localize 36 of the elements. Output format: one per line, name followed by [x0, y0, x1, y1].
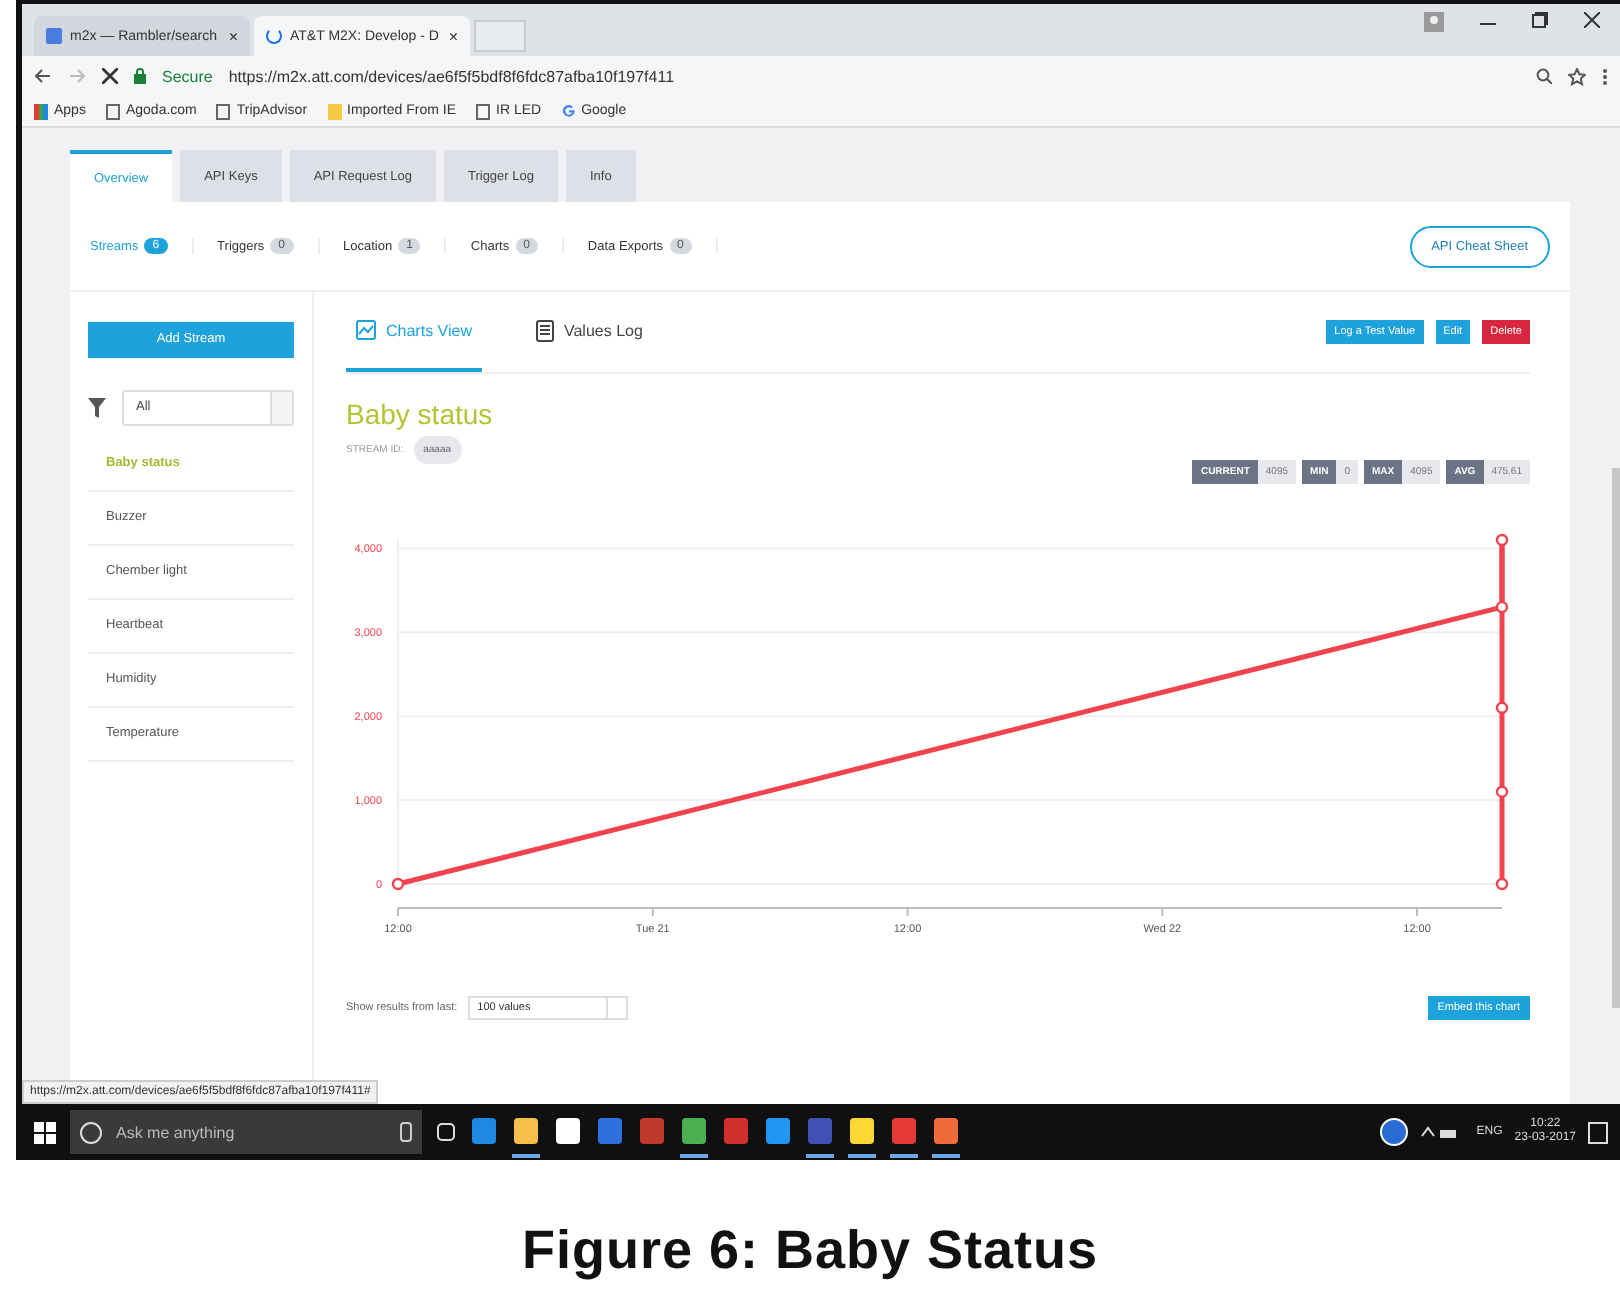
figure-caption: Figure 6: Baby Status — [519, 1220, 1101, 1282]
back-arrow-icon[interactable] — [34, 68, 52, 84]
restore-icon[interactable] — [1532, 12, 1548, 28]
page-icon — [105, 103, 120, 119]
data-point — [1495, 600, 1509, 614]
view-tab[interactable]: Values Log — [525, 292, 653, 372]
scrollbar[interactable] — [1612, 468, 1620, 1008]
zoom-icon[interactable] — [1536, 68, 1552, 84]
data-point — [1495, 877, 1509, 891]
data-point — [1495, 533, 1509, 547]
tab-close-button[interactable]: × — [228, 27, 238, 45]
chart-icon — [356, 320, 376, 340]
folder-icon — [327, 103, 342, 119]
close-icon[interactable] — [1584, 12, 1600, 28]
search-field[interactable]: Ask me anything — [70, 1110, 422, 1154]
address-field[interactable]: https://m2x.att.com/devices/ae6f5f5bdf8f6fdc87afba10f197f411 — [228, 67, 675, 85]
g-logo-icon — [561, 104, 576, 118]
data-point — [391, 877, 405, 891]
star-icon[interactable] — [1568, 67, 1586, 85]
windows-start-icon[interactable] — [34, 1121, 56, 1143]
data-point — [1495, 701, 1509, 714]
data-point — [1495, 785, 1509, 798]
page-icon — [476, 103, 490, 119]
stop-icon[interactable] — [102, 68, 118, 84]
notifications-icon[interactable] — [1588, 1121, 1608, 1143]
secure-label: Secure — [162, 67, 213, 85]
page-icon — [216, 103, 231, 119]
task-view-icon[interactable] — [436, 1122, 456, 1142]
filter-icon[interactable] — [88, 397, 106, 417]
more-menu-icon[interactable] — [1602, 67, 1608, 85]
stream-title: Baby status — [346, 398, 495, 430]
document-icon — [535, 319, 554, 341]
apps-grid-icon — [34, 103, 48, 119]
tab-close-button[interactable]: × — [448, 27, 458, 45]
lock-icon — [134, 68, 146, 84]
search-input[interactable]: Ask me anything — [112, 1121, 380, 1143]
